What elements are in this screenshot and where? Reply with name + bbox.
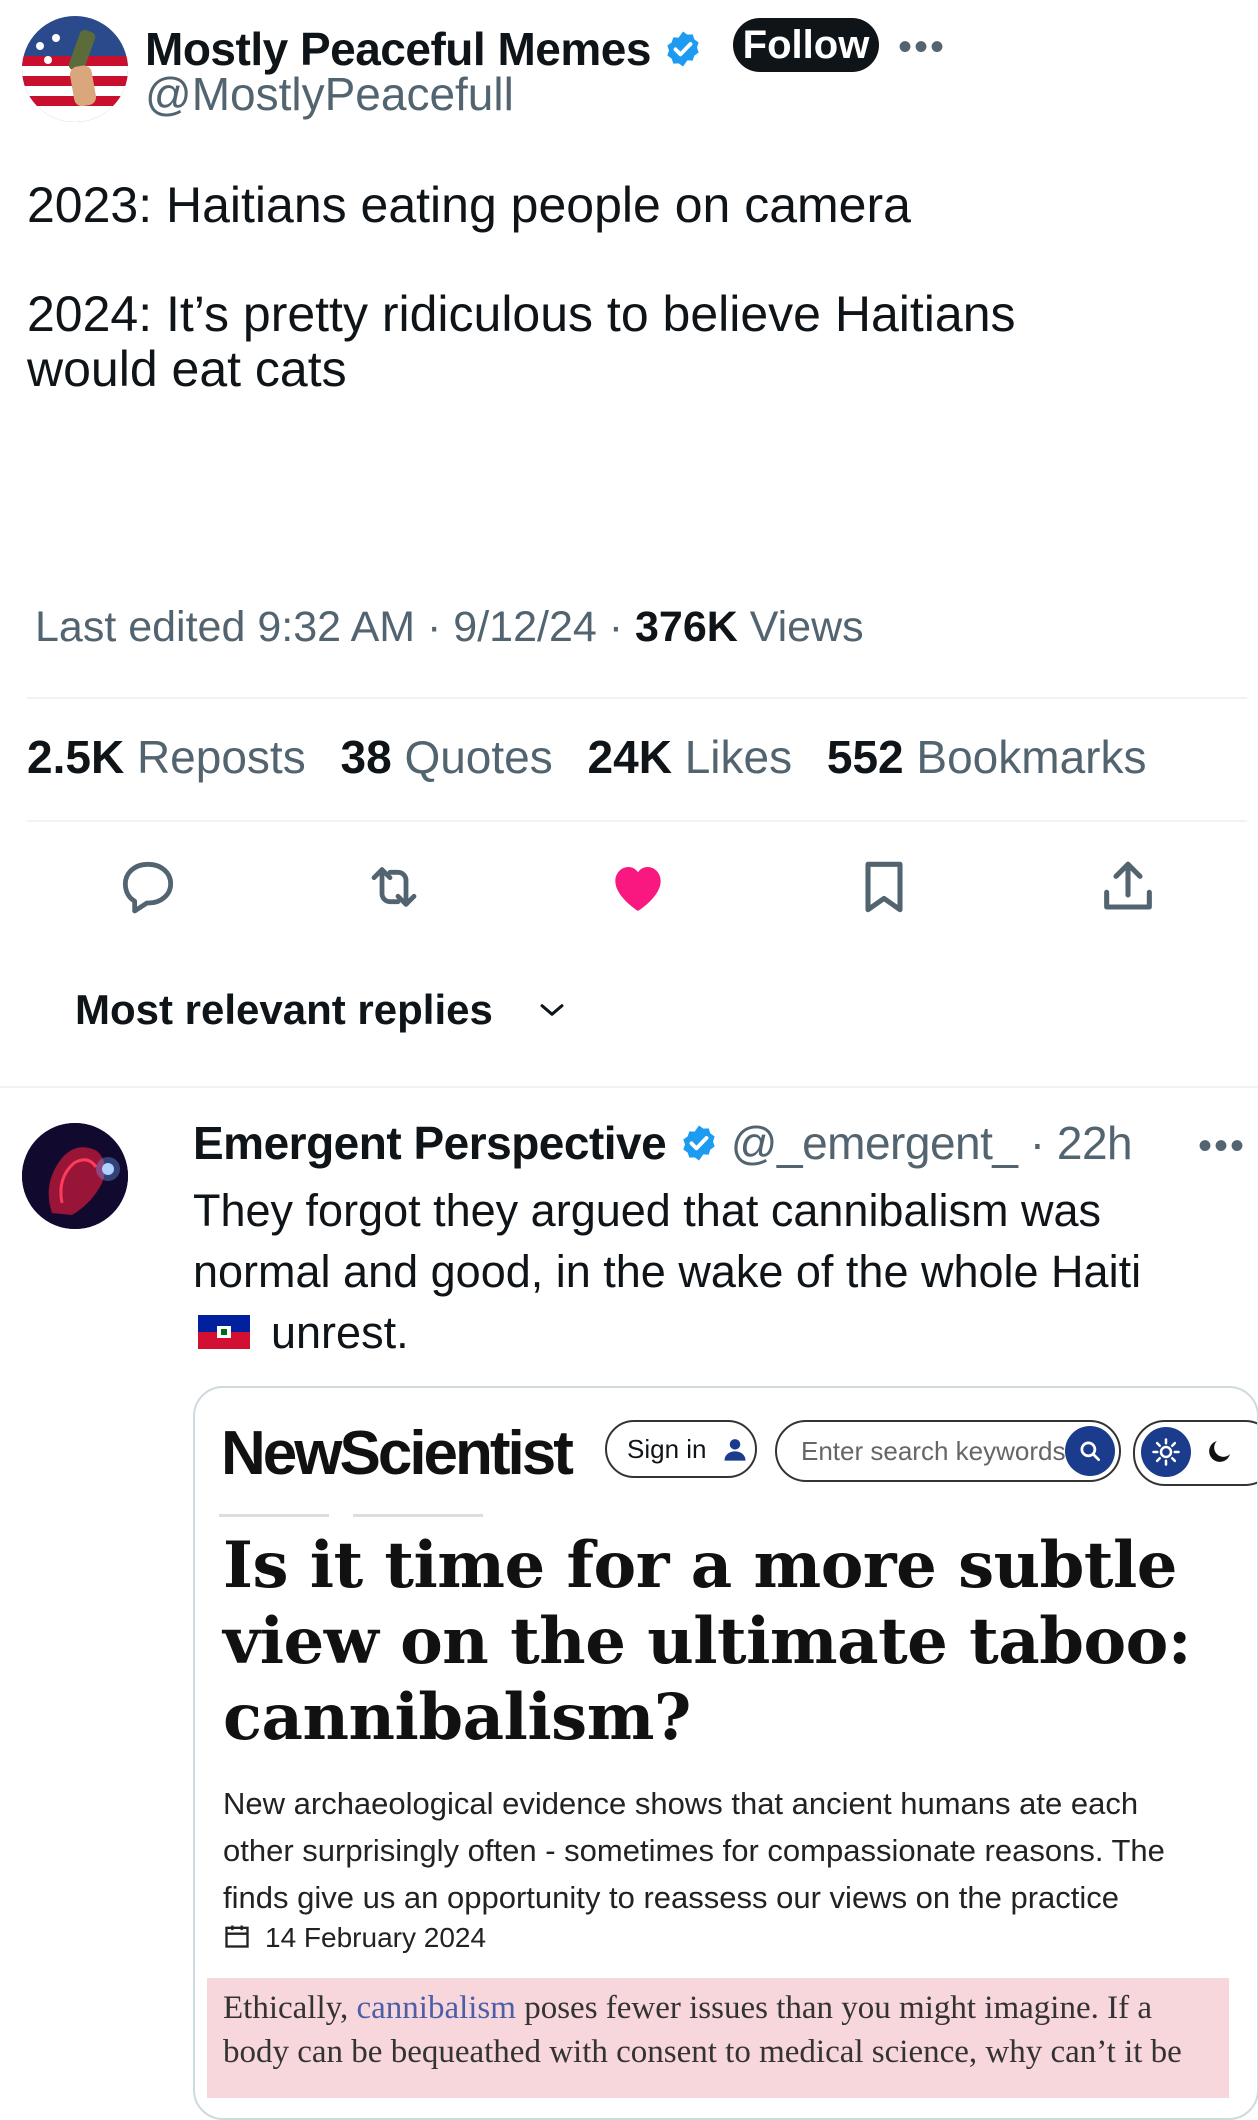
moon-icon[interactable] xyxy=(1205,1436,1235,1471)
user-icon xyxy=(721,1435,749,1463)
tweet-text-line-3: would eat cats xyxy=(27,341,347,397)
bookmarks-label: Bookmarks xyxy=(916,731,1147,783)
quotes-stat[interactable]: 38 Quotes xyxy=(340,731,552,783)
subhead-line-1: New archaeological evidence shows that a… xyxy=(223,1786,1139,1821)
haiti-flag-icon xyxy=(198,1315,250,1349)
reply-text-line-3: unrest. xyxy=(271,1307,409,1358)
article-date: 14 February 2024 xyxy=(223,1922,486,1957)
reply-handle-time[interactable]: @_emergent_ · 22h xyxy=(731,1117,1133,1169)
article-excerpt: Ethically, cannibalism poses fewer issue… xyxy=(223,1986,1182,2074)
excerpt-line-2: body can be bequeathed with consent to m… xyxy=(223,2034,1182,2070)
views-count: 376K xyxy=(634,603,738,651)
more-options-icon[interactable]: ••• xyxy=(898,25,946,70)
bookmark-icon[interactable] xyxy=(852,855,916,919)
likes-stat[interactable]: 24K Likes xyxy=(588,731,793,783)
section-divider xyxy=(0,1086,1258,1088)
subhead-line-2: other surprisingly often - sometimes for… xyxy=(223,1833,1165,1868)
likes-label: Likes xyxy=(684,731,793,783)
sign-in-label: Sign in xyxy=(627,1433,707,1464)
reply-icon[interactable] xyxy=(116,855,180,919)
reposts-label: Reposts xyxy=(136,731,306,783)
reply-text-line-1: They forgot they argued that cannibalism… xyxy=(193,1185,1101,1236)
reply-author-name[interactable]: Emergent Perspective @_emergent_ · 22h xyxy=(193,1116,1133,1174)
repost-icon[interactable] xyxy=(362,855,426,919)
cannibalism-link[interactable]: cannibalism xyxy=(356,1990,515,2026)
headline-line-1: Is it time for a more subtle xyxy=(223,1528,1177,1603)
reposts-stat[interactable]: 2.5K Reposts xyxy=(27,731,306,783)
theme-toggle[interactable] xyxy=(1133,1420,1257,1486)
reposts-count: 2.5K xyxy=(27,731,125,783)
search-placeholder: Enter search keywords xyxy=(801,1435,1066,1466)
author-avatar[interactable] xyxy=(22,16,128,122)
sign-in-button[interactable]: Sign in xyxy=(605,1420,757,1478)
author-handle[interactable]: @MostlyPeacefull xyxy=(145,67,514,121)
engagement-stats: 2.5K Reposts 38 Quotes 24K Likes 552 Boo… xyxy=(27,730,1168,784)
search-icon[interactable] xyxy=(1065,1426,1115,1476)
likes-count: 24K xyxy=(587,731,672,783)
tweet-meta: Last edited 9:32 AM · 9/12/24 · 376K Vie… xyxy=(35,603,864,652)
excerpt-line-1: Ethically, cannibalism poses fewer issue… xyxy=(223,1986,1182,2030)
sun-icon[interactable] xyxy=(1141,1427,1191,1477)
divider xyxy=(27,697,1247,699)
tweet-text-line-1: 2023: Haitians eating people on camera xyxy=(27,177,911,233)
views-label: Views xyxy=(737,603,864,651)
headline-line-2: view on the ultimate taboo: xyxy=(223,1604,1191,1679)
nav-rule xyxy=(219,1514,329,1517)
calendar-icon xyxy=(223,1922,251,1957)
newscientist-logo: NewScientist xyxy=(221,1419,574,1488)
reply-author-name-text[interactable]: Emergent Perspective xyxy=(193,1117,667,1169)
replies-sort-dropdown[interactable]: Most relevant replies xyxy=(75,986,569,1037)
headline-line-3: cannibalism? xyxy=(223,1680,691,1755)
article-subhead: New archaeological evidence shows that a… xyxy=(223,1780,1165,1921)
date-text: 14 February 2024 xyxy=(265,1922,487,1953)
nav-rule xyxy=(353,1514,483,1517)
divider xyxy=(27,820,1247,822)
like-icon[interactable] xyxy=(606,855,670,919)
reply-more-options-icon[interactable]: ••• xyxy=(1198,1124,1246,1169)
quotes-count: 38 xyxy=(340,731,392,783)
bookmarks-count: 552 xyxy=(826,731,904,783)
verified-badge-icon xyxy=(679,1120,719,1174)
embedded-image-card[interactable]: NewScientist Sign in Enter search keywor… xyxy=(193,1386,1258,2120)
excerpt-text: Ethically, xyxy=(223,1990,357,2026)
article-headline[interactable]: Is it time for a more subtle view on the… xyxy=(223,1528,1191,1756)
subhead-line-3: finds give us an opportunity to reassess… xyxy=(223,1880,1120,1915)
search-input[interactable]: Enter search keywords xyxy=(775,1420,1121,1482)
edited-timestamp[interactable]: Last edited 9:32 AM · 9/12/24 · xyxy=(35,603,635,651)
reply-author-avatar[interactable] xyxy=(22,1123,128,1229)
chevron-down-icon xyxy=(535,989,569,1037)
excerpt-text: poses fewer issues than you might imagin… xyxy=(515,1990,1152,2026)
quotes-label: Quotes xyxy=(404,731,553,783)
share-icon[interactable] xyxy=(1096,855,1160,919)
verified-badge-icon xyxy=(663,26,703,80)
replies-sort-label: Most relevant replies xyxy=(75,986,493,1033)
follow-button[interactable]: Follow xyxy=(733,18,879,72)
bookmarks-stat[interactable]: 552 Bookmarks xyxy=(827,731,1147,783)
reply-text-line-2: normal and good, in the wake of the whol… xyxy=(193,1246,1142,1297)
